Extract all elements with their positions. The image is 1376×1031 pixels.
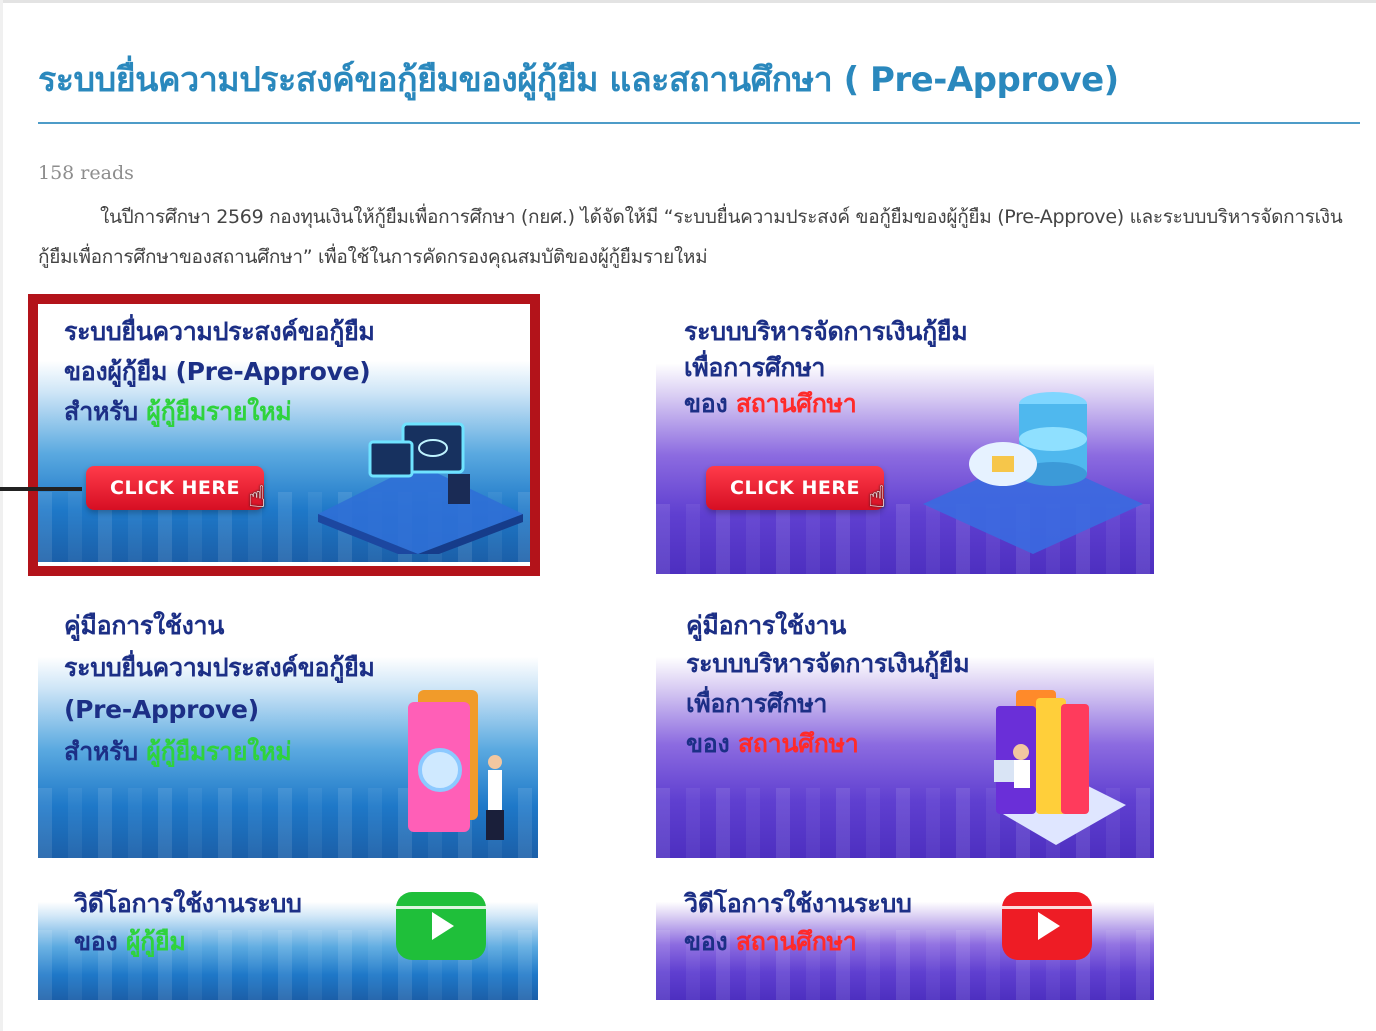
school-management-banner[interactable]: ระบบบริหารจัดการเงินกู้ยืม เพื่อการศึกษา… bbox=[656, 304, 1154, 574]
banner-line-4: สำหรับ ผู้กู้ยืมรายใหม่ bbox=[64, 732, 292, 772]
banner-line-3: สำหรับ ผู้กู้ยืมรายใหม่ bbox=[64, 392, 292, 432]
top-border bbox=[0, 0, 1376, 3]
video-play-icon bbox=[396, 892, 486, 960]
school-manual-banner[interactable]: คู่มือการใช้งาน ระบบบริหารจัดการเงินกู้ย… bbox=[656, 600, 1154, 858]
click-here-button[interactable]: CLICK HERE bbox=[86, 466, 264, 510]
banner-line-3: เพื่อการศึกษา bbox=[686, 689, 828, 718]
borrower-video-banner[interactable]: วิดีโอการใช้งานระบบ ของ ผู้กู้ยืม bbox=[38, 874, 538, 1000]
banner-line-1: คู่มือการใช้งาน bbox=[64, 611, 225, 640]
banner-line-2: เพื่อการศึกษา bbox=[684, 353, 826, 382]
banner-line-2: ระบบบริหารจัดการเงินกู้ยืม bbox=[686, 649, 970, 678]
banner-highlight: สถานศึกษา bbox=[735, 389, 857, 418]
annotation-pointer-line bbox=[0, 487, 82, 491]
banner-line-1: วิดีโอการใช้งานระบบ bbox=[684, 889, 912, 918]
school-video-banner[interactable]: วิดีโอการใช้งานระบบ ของ สถานศึกษา bbox=[656, 874, 1154, 1000]
borrower-preapprove-banner[interactable]: ระบบยื่นความประสงค์ขอกู้ยืม ของผู้กู้ยืม… bbox=[38, 304, 538, 562]
banner-line-2: ระบบยื่นความประสงค์ขอกู้ยืม bbox=[64, 653, 375, 682]
banner-highlight: สถานศึกษา bbox=[735, 927, 857, 956]
page-title: ระบบยื่นความประสงค์ขอกู้ยืมของผู้กู้ยืม … bbox=[38, 60, 1119, 100]
click-here-button[interactable]: CLICK HERE bbox=[706, 466, 884, 510]
banner-line-4: ของ สถานศึกษา bbox=[686, 724, 859, 764]
pointer-hand-icon: ☝ bbox=[248, 480, 267, 515]
banner-line-1: คู่มือการใช้งาน bbox=[686, 611, 847, 640]
banner-line-2: ของ สถานศึกษา bbox=[684, 922, 857, 962]
banner-highlight: ผู้กู้ยืมรายใหม่ bbox=[146, 737, 292, 766]
database-illustration-icon bbox=[923, 392, 1143, 554]
banner-prefix: สำหรับ bbox=[64, 737, 138, 766]
banner-line-2: ของ ผู้กู้ยืม bbox=[74, 922, 186, 962]
computer-illustration-icon bbox=[318, 422, 523, 554]
banner-line-1: ระบบยื่นความประสงค์ขอกู้ยืม bbox=[64, 317, 375, 346]
banner-prefix: ของ bbox=[684, 389, 728, 418]
left-border bbox=[0, 0, 3, 1031]
manual-book-illustration-icon bbox=[994, 690, 1126, 845]
banner-line-1: วิดีโอการใช้งานระบบ bbox=[74, 889, 302, 918]
banner-line-1: ระบบบริหารจัดการเงินกู้ยืม bbox=[684, 317, 968, 346]
manual-book-illustration-icon bbox=[408, 690, 504, 840]
banner-line-2: ของผู้กู้ยืม (Pre-Approve) bbox=[64, 357, 371, 386]
borrower-manual-banner[interactable]: คู่มือการใช้งาน ระบบยื่นความประสงค์ขอกู้… bbox=[38, 600, 538, 858]
intro-paragraph: ในปีการศึกษา 2569 กองทุนเงินให้กู้ยืมเพื… bbox=[38, 206, 1343, 268]
banner-highlight: ผู้กู้ยืมรายใหม่ bbox=[146, 397, 292, 426]
title-divider bbox=[38, 122, 1360, 124]
pointer-hand-icon: ☝ bbox=[868, 480, 887, 515]
banner-prefix: ของ bbox=[74, 927, 118, 956]
banner-highlight: สถานศึกษา bbox=[737, 729, 859, 758]
banner-prefix: ของ bbox=[686, 729, 730, 758]
banner-highlight: ผู้กู้ยืม bbox=[125, 927, 186, 956]
banner-prefix: สำหรับ bbox=[64, 397, 138, 426]
video-play-icon bbox=[1002, 892, 1092, 960]
banner-line-3: (Pre-Approve) bbox=[64, 695, 259, 724]
banner-line-3: ของ สถานศึกษา bbox=[684, 384, 857, 424]
read-count: 158 reads bbox=[38, 162, 134, 184]
banner-prefix: ของ bbox=[684, 927, 728, 956]
